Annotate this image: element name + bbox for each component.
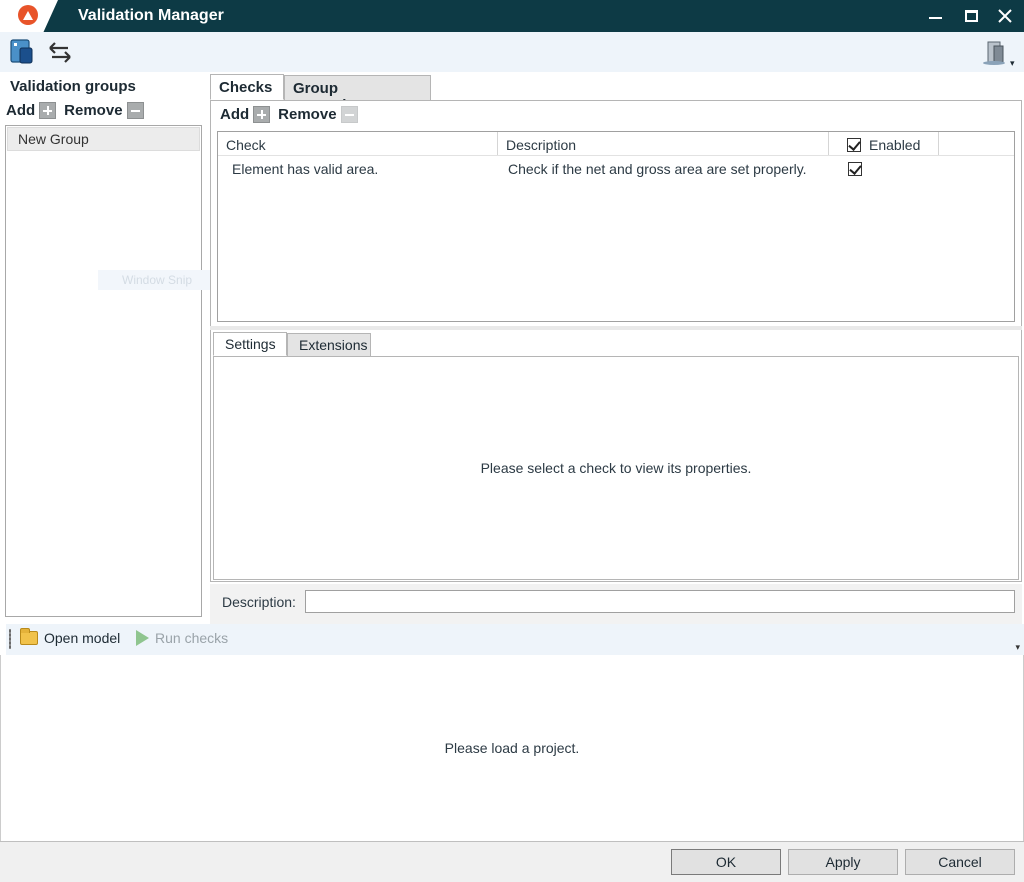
description-cell: Check if the net and gross area are set … — [508, 161, 807, 177]
validation-groups-panel: Validation groups Add Remove New Group — [0, 72, 206, 624]
settings-tab-content: Please select a check to view its proper… — [213, 356, 1019, 580]
model-area: Please load a project. — [0, 655, 1024, 841]
apply-button[interactable]: Apply — [788, 849, 898, 875]
group-remove-icon[interactable] — [126, 102, 144, 119]
group-add-remove-bar: Add Remove — [6, 102, 144, 119]
horizontal-splitter[interactable] — [210, 326, 1022, 330]
validation-groups-header: Validation groups — [4, 74, 204, 98]
toolbar-grip-icon[interactable] — [9, 629, 11, 649]
toolbar-overflow-icon[interactable]: ▾ — [1015, 642, 1020, 653]
check-remove-label[interactable]: Remove — [278, 106, 336, 123]
list-item[interactable]: New Group — [7, 127, 200, 151]
title-bar: Validation Manager — [0, 0, 1024, 32]
open-model-button[interactable]: Open model — [20, 628, 121, 646]
description-label: Description: — [222, 594, 296, 610]
column-check-label: Check — [226, 137, 266, 153]
column-header-description[interactable]: Description — [498, 132, 829, 155]
check-cell: Element has valid area. — [232, 161, 379, 177]
app-logo-icon — [18, 5, 38, 25]
column-header-filler — [939, 132, 1014, 155]
swap-arrows-icon[interactable] — [46, 38, 74, 66]
column-description-label: Description — [506, 137, 577, 153]
check-add-icon[interactable] — [253, 106, 271, 123]
row-enabled-checkbox[interactable] — [848, 162, 862, 176]
run-checks-button: Run checks — [136, 630, 228, 646]
building-icon[interactable] — [980, 38, 1008, 66]
open-model-label: Open model — [44, 630, 121, 646]
dialog-footer: OK Apply Cancel — [0, 841, 1024, 882]
grid-header: Check Description Enabled — [218, 132, 1014, 156]
maximize-button[interactable] — [952, 0, 990, 32]
play-icon — [136, 630, 149, 646]
close-icon — [998, 9, 1012, 23]
check-remove-icon — [340, 106, 358, 123]
ok-button[interactable]: OK — [671, 849, 781, 875]
column-enabled-label: Enabled — [869, 137, 921, 153]
column-header-enabled[interactable]: Enabled — [829, 132, 939, 155]
check-add-label[interactable]: Add — [220, 106, 249, 123]
load-project-message: Please load a project. — [444, 740, 580, 756]
checks-grid: Check Description Enabled Element has va… — [217, 131, 1015, 322]
description-row: Description: — [210, 584, 1022, 624]
check-add-remove-bar: Add Remove — [220, 106, 358, 123]
folder-open-icon — [20, 628, 38, 645]
minimize-icon — [928, 17, 942, 19]
group-list[interactable]: New Group — [5, 125, 202, 617]
tab-extensions[interactable]: Extensions — [287, 333, 371, 357]
tab-group-extensions[interactable]: Group Extensions — [284, 75, 431, 114]
description-field[interactable] — [305, 590, 1015, 613]
enabled-cell — [834, 156, 894, 182]
settings-placeholder-text: Please select a check to view its proper… — [480, 460, 752, 476]
column-header-check[interactable]: Check — [218, 132, 498, 155]
group-add-label[interactable]: Add — [6, 102, 35, 119]
group-add-icon[interactable] — [39, 102, 57, 119]
toolbar-overflow-icon[interactable]: ▾ — [1010, 58, 1015, 69]
tab-settings[interactable]: Settings — [213, 332, 287, 356]
model-toolbar: Open model Run checks ▾ — [6, 624, 1024, 655]
group-remove-label[interactable]: Remove — [64, 102, 122, 119]
tab-checks[interactable]: Checks — [210, 74, 284, 100]
table-row[interactable]: Element has valid area. Check if the net… — [218, 156, 1014, 182]
run-checks-label: Run checks — [155, 630, 229, 646]
checks-panel: Checks Group Extensions Add Remove Check… — [206, 72, 1024, 624]
maximize-icon — [964, 10, 978, 22]
main-toolbar: ▾ — [0, 32, 1024, 72]
cancel-button[interactable]: Cancel — [905, 849, 1015, 875]
validation-book-icon[interactable] — [8, 38, 36, 66]
minimize-button[interactable] — [916, 0, 954, 32]
enabled-all-checkbox[interactable] — [847, 138, 861, 152]
window-title: Validation Manager — [78, 7, 224, 24]
close-button[interactable] — [986, 0, 1024, 32]
